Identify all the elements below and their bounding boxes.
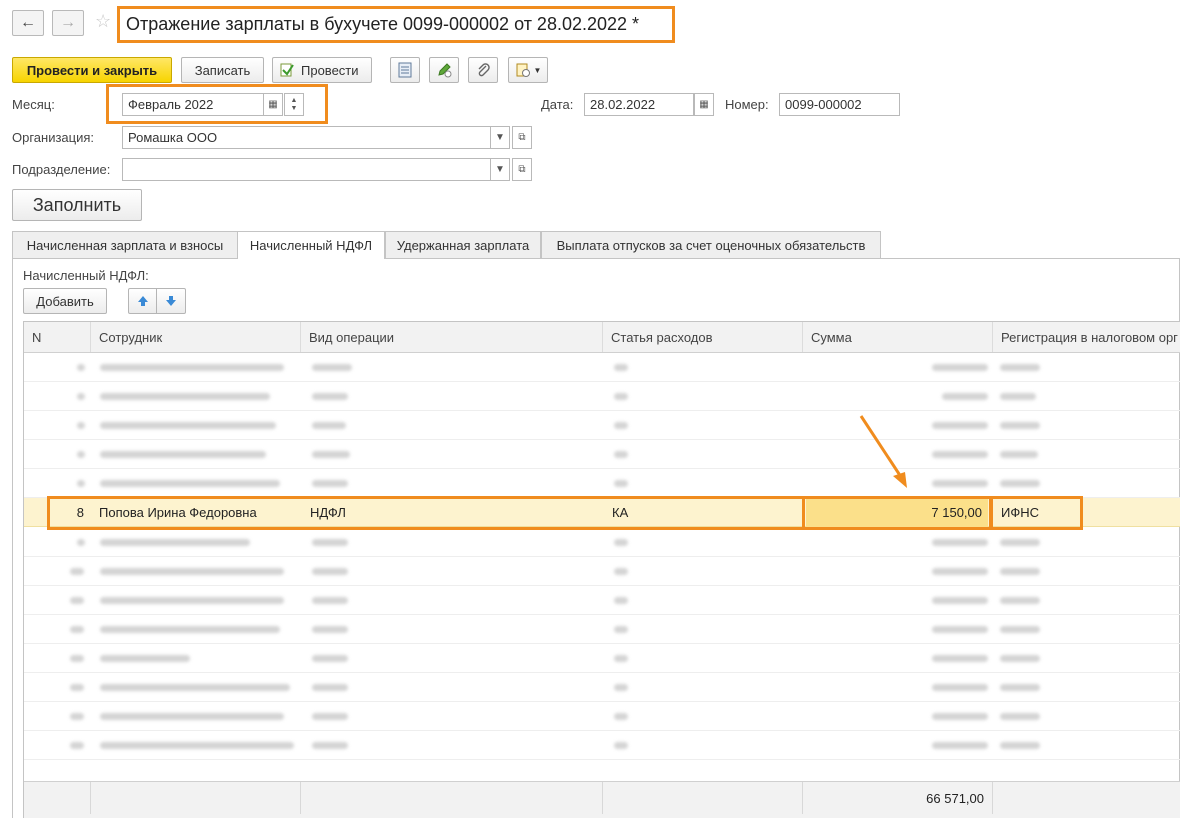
create-based-on-button[interactable]: ▼ bbox=[508, 57, 548, 83]
table-footer: 66 571,00 bbox=[24, 781, 1180, 818]
date-field[interactable]: 28.02.2022 bbox=[584, 93, 694, 116]
month-label: Месяц: bbox=[12, 97, 55, 112]
organization-dropdown-button[interactable]: ▼ bbox=[490, 126, 510, 149]
col-header-employee[interactable]: Сотрудник bbox=[91, 322, 301, 352]
chevron-down-icon: ▼ bbox=[495, 164, 505, 175]
calendar-icon: ▦ bbox=[268, 99, 278, 110]
col-header-operation[interactable]: Вид операции bbox=[301, 322, 603, 352]
table-row[interactable] bbox=[24, 440, 1180, 469]
table-row[interactable] bbox=[24, 586, 1180, 615]
tab-vacation-payments[interactable]: Выплата отпусков за счет оценочных обяза… bbox=[541, 231, 881, 258]
annotation-arrow-icon bbox=[859, 415, 907, 488]
table-row[interactable] bbox=[24, 469, 1180, 498]
table-row[interactable] bbox=[24, 411, 1180, 440]
number-label: Номер: bbox=[725, 97, 769, 112]
department-dropdown-button[interactable]: ▼ bbox=[490, 158, 510, 181]
document-list-icon bbox=[398, 62, 412, 78]
date-calendar-button[interactable]: ▦ bbox=[694, 93, 714, 116]
col-header-amount[interactable]: Сумма bbox=[803, 322, 993, 352]
table-row[interactable] bbox=[24, 615, 1180, 644]
open-icon: ⧉ bbox=[518, 164, 526, 175]
post-button[interactable]: Провести bbox=[272, 57, 372, 83]
star-icon[interactable]: ☆ bbox=[95, 11, 111, 32]
month-field[interactable]: Февраль 2022 bbox=[122, 93, 264, 116]
post-button-label: Провести bbox=[301, 62, 359, 78]
report-button[interactable] bbox=[390, 57, 420, 83]
forward-button[interactable]: → bbox=[52, 10, 84, 36]
move-down-button[interactable] bbox=[156, 288, 186, 314]
amount-total: 66 571,00 bbox=[926, 790, 984, 806]
department-open-button[interactable]: ⧉ bbox=[512, 158, 532, 181]
table-row[interactable] bbox=[24, 673, 1180, 702]
table-row[interactable] bbox=[24, 731, 1180, 760]
table-row[interactable] bbox=[24, 557, 1180, 586]
table-header: N Сотрудник Вид операции Статья расходов… bbox=[24, 322, 1180, 353]
month-value: Февраль 2022 bbox=[128, 97, 214, 112]
date-label: Дата: bbox=[541, 97, 574, 112]
date-value: 28.02.2022 bbox=[590, 97, 656, 112]
back-button[interactable]: ← bbox=[12, 10, 44, 36]
add-button[interactable]: Добавить bbox=[23, 288, 107, 314]
attach-button[interactable] bbox=[468, 57, 498, 83]
post-icon bbox=[280, 63, 294, 77]
organization-open-button[interactable]: ⧉ bbox=[512, 126, 532, 149]
paperclip-icon bbox=[478, 63, 490, 77]
table-row[interactable] bbox=[24, 528, 1180, 557]
month-calendar-button[interactable]: ▦ bbox=[263, 93, 283, 116]
col-header-expense[interactable]: Статья расходов bbox=[603, 322, 803, 352]
arrow-right-icon: → bbox=[60, 14, 76, 31]
organization-value: Ромашка ООО bbox=[128, 130, 218, 145]
department-field[interactable] bbox=[122, 158, 491, 181]
tab-accrued-ndfl[interactable]: Начисленный НДФЛ bbox=[237, 231, 385, 259]
post-and-close-button[interactable]: Провести и закрыть bbox=[12, 57, 172, 83]
document-create-icon bbox=[516, 63, 530, 77]
arrow-up-icon bbox=[137, 296, 148, 306]
pencil-icon bbox=[438, 63, 452, 78]
tab-withheld-salary[interactable]: Удержанная зарплата bbox=[385, 231, 541, 258]
table-row[interactable] bbox=[24, 702, 1180, 731]
arrow-left-icon: ← bbox=[20, 14, 36, 31]
col-header-tax-registration[interactable]: Регистрация в налоговом орг bbox=[993, 322, 1180, 352]
open-icon: ⧉ bbox=[518, 132, 526, 143]
col-header-n[interactable]: N bbox=[24, 322, 91, 352]
document-title-text: Отражение зарплаты в бухучете 0099-00000… bbox=[126, 14, 640, 34]
save-button[interactable]: Записать bbox=[181, 57, 264, 83]
organization-field[interactable]: Ромашка ООО bbox=[122, 126, 491, 149]
move-up-button[interactable] bbox=[128, 288, 157, 314]
amount-highlight-box bbox=[802, 496, 992, 530]
calendar-icon: ▦ bbox=[699, 99, 709, 110]
spin-down-icon: ▼ bbox=[290, 104, 298, 112]
department-label: Подразделение: bbox=[12, 162, 111, 177]
table-row[interactable] bbox=[24, 382, 1180, 411]
table-row[interactable] bbox=[24, 353, 1180, 382]
section-title: Начисленный НДФЛ: bbox=[23, 268, 149, 283]
number-value: 0099-000002 bbox=[785, 97, 862, 112]
chevron-down-icon: ▼ bbox=[495, 132, 505, 143]
tax-highlight-box bbox=[990, 496, 1083, 530]
spin-up-icon: ▲ bbox=[290, 96, 298, 104]
tab-salary-contributions[interactable]: Начисленная зарплата и взносы bbox=[12, 231, 238, 258]
fill-button[interactable]: Заполнить bbox=[12, 189, 142, 221]
chevron-down-icon: ▼ bbox=[533, 65, 542, 75]
table-row[interactable] bbox=[24, 644, 1180, 673]
month-spin-button[interactable]: ▲ ▼ bbox=[284, 93, 304, 116]
organization-label: Организация: bbox=[12, 130, 95, 145]
number-field[interactable]: 0099-000002 bbox=[779, 93, 900, 116]
arrow-down-icon bbox=[166, 296, 176, 306]
edit-button[interactable] bbox=[429, 57, 459, 83]
document-title: Отражение зарплаты в бухучете 0099-00000… bbox=[117, 6, 675, 43]
